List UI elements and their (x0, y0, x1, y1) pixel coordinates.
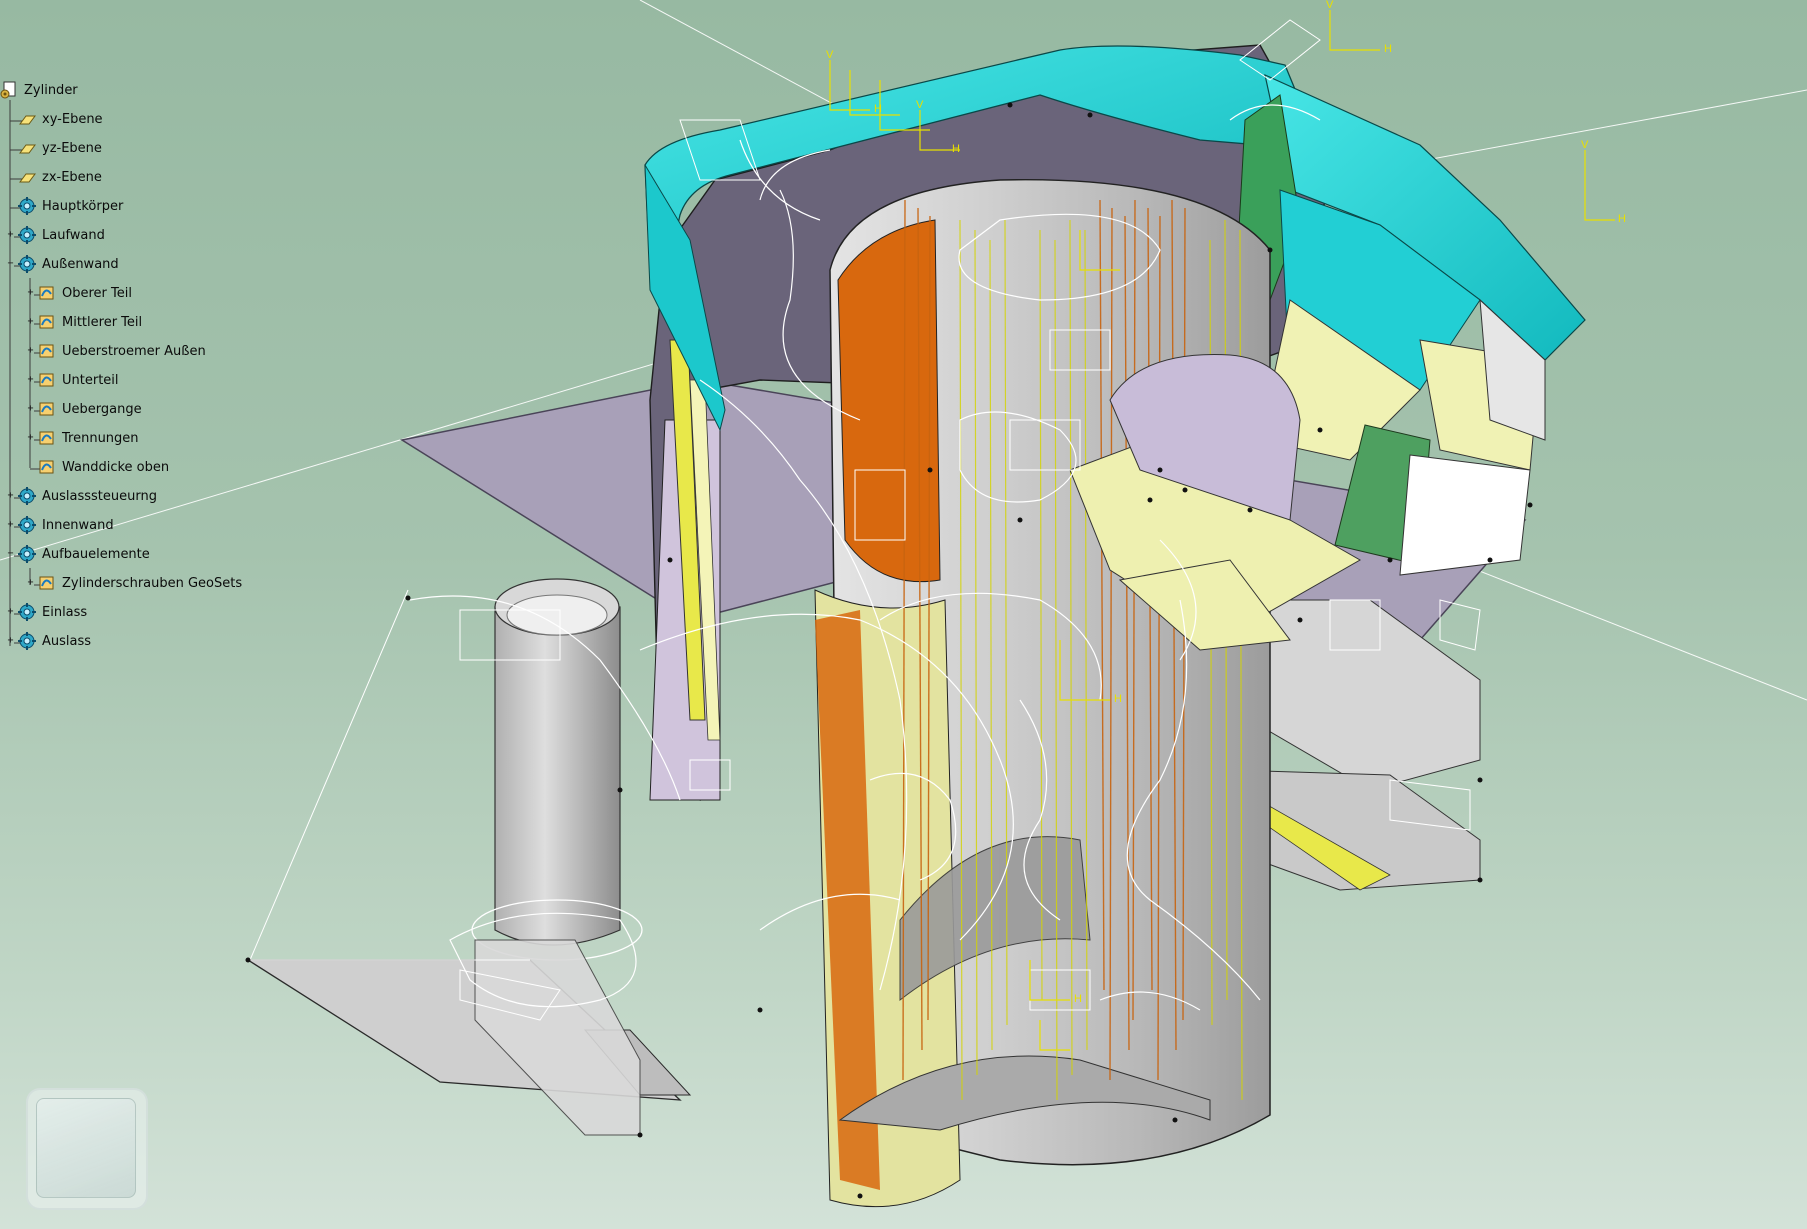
expand-plus-icon[interactable]: + (6, 636, 15, 646)
tree-node[interactable]: − Außenwand (7, 252, 119, 276)
expand-plus-icon[interactable]: + (26, 317, 35, 327)
body-gear-icon (18, 197, 36, 215)
axis-label: H (1384, 43, 1392, 55)
axis-label: H (874, 103, 882, 115)
tree-node[interactable]: yz-Ebene (18, 136, 102, 160)
body-gear-icon (18, 255, 36, 273)
tree-node[interactable]: zx-Ebene (18, 165, 102, 189)
tree-node-label: Auslass (42, 633, 92, 649)
tree-node-label: Innenwand (42, 517, 114, 533)
tree-node-label: Zylinder (24, 82, 78, 98)
navigation-compass[interactable] (26, 1088, 148, 1210)
exhaust-block-right[interactable] (1249, 599, 1481, 791)
tree-node-label: Wanddicke oben (62, 459, 170, 475)
tree-node-label: Ueberstroemer Außen (62, 343, 206, 359)
expand-plus-icon[interactable]: + (26, 578, 35, 588)
plane-icon (18, 110, 36, 128)
geometrical-set-icon (38, 342, 56, 360)
axis-label: V (826, 49, 834, 61)
tree-node-label: Oberer Teil (62, 285, 132, 301)
inlet-duct[interactable] (474, 939, 641, 1136)
geometrical-set-icon (38, 313, 56, 331)
tree-node-label: Laufwand (42, 227, 105, 243)
tree-node[interactable]: + Uebergange (27, 397, 142, 421)
tree-node[interactable]: + Laufwand (7, 223, 105, 247)
expand-plus-icon[interactable]: + (26, 404, 35, 414)
expand-plus-icon[interactable]: + (6, 230, 15, 240)
tree-node-label: Aufbauelemente (42, 546, 150, 562)
tree-node[interactable]: + Innenwand (7, 513, 114, 537)
expand-plus-icon[interactable]: + (26, 375, 35, 385)
tree-node-label: Trennungen (62, 430, 139, 446)
body-gear-icon (18, 516, 36, 534)
tree-node-label: xy-Ebene (42, 111, 103, 127)
expand-plus-icon[interactable]: + (6, 520, 15, 530)
tree-node[interactable]: − Aufbauelemente (7, 542, 150, 566)
tree-node[interactable]: + Auslasssteueurng (7, 484, 157, 508)
collapse-minus-icon[interactable]: − (6, 259, 15, 269)
tree-node-label: Unterteil (62, 372, 119, 388)
axis-label: H (1618, 213, 1626, 225)
tree-node-label: Mittlerer Teil (62, 314, 143, 330)
expand-plus-icon[interactable]: + (6, 491, 15, 501)
body-gear-icon (18, 632, 36, 650)
body-gear-icon (18, 487, 36, 505)
tree-node[interactable]: + Zylinderschrauben GeoSets (27, 571, 243, 595)
geometrical-set-icon (38, 429, 56, 447)
axis-label: V (916, 99, 924, 111)
tree-node-label: Zylinderschrauben GeoSets (62, 575, 243, 591)
expand-plus-icon[interactable]: + (26, 433, 35, 443)
part-document-icon (0, 81, 18, 99)
tree-root-zylinder[interactable]: Zylinder (0, 78, 78, 102)
tree-node-label: Hauptkörper (42, 198, 124, 214)
axis-label: V (1326, 0, 1334, 11)
body-gear-icon (18, 226, 36, 244)
geometrical-set-icon (38, 284, 56, 302)
tree-node[interactable]: + Mittlerer Teil (27, 310, 143, 334)
tree-node[interactable]: xy-Ebene (18, 107, 103, 131)
tree-node-label: Uebergange (62, 401, 142, 417)
body-gear-icon (18, 603, 36, 621)
expand-plus-icon[interactable]: + (26, 288, 35, 298)
geometrical-set-icon (38, 574, 56, 592)
tree-node[interactable]: + Auslass (7, 629, 92, 653)
axis-label: H (952, 143, 960, 155)
geometrical-set-icon (38, 458, 56, 476)
collapse-minus-icon[interactable]: − (6, 549, 15, 559)
tree-node-label: Auslasssteueurng (42, 488, 157, 504)
body-gear-icon (18, 545, 36, 563)
tree-node[interactable]: + Unterteil (27, 368, 119, 392)
expand-plus-icon[interactable]: + (26, 346, 35, 356)
tree-node-label: zx-Ebene (42, 169, 102, 185)
main-cylinder-bore[interactable] (814, 178, 1271, 1208)
geometrical-set-icon (38, 371, 56, 389)
inlet-cylinder[interactable] (471, 578, 643, 961)
specification-tree: Zylinder xy-Ebene yz-Ebene zx-Ebene Hauptkör… (0, 78, 260, 678)
axis-label: H (1074, 993, 1082, 1005)
right-lower-shell[interactable] (1399, 454, 1531, 576)
tree-node[interactable]: Hauptkörper (18, 194, 123, 218)
geometrical-set-icon (38, 400, 56, 418)
expand-plus-icon[interactable]: + (6, 607, 15, 617)
tree-node[interactable]: + Trennungen (27, 426, 139, 450)
3d-viewport[interactable]: H V H V H V H V H H (0, 0, 1807, 1229)
tree-node-label: Einlass (42, 604, 88, 620)
tree-node[interactable]: + Einlass (7, 600, 88, 624)
tree-node-label: yz-Ebene (42, 140, 102, 156)
compass-pad[interactable] (36, 1098, 136, 1198)
tree-node[interactable]: Wanddicke oben (38, 455, 169, 479)
tree-node[interactable]: + Oberer Teil (27, 281, 132, 305)
axis-label: H (1114, 693, 1122, 705)
plane-icon (18, 168, 36, 186)
tree-node[interactable]: + Ueberstroemer Außen (27, 339, 206, 363)
axis-label: V (1581, 139, 1589, 151)
plane-icon (18, 139, 36, 157)
tree-node-label: Außenwand (42, 256, 119, 272)
